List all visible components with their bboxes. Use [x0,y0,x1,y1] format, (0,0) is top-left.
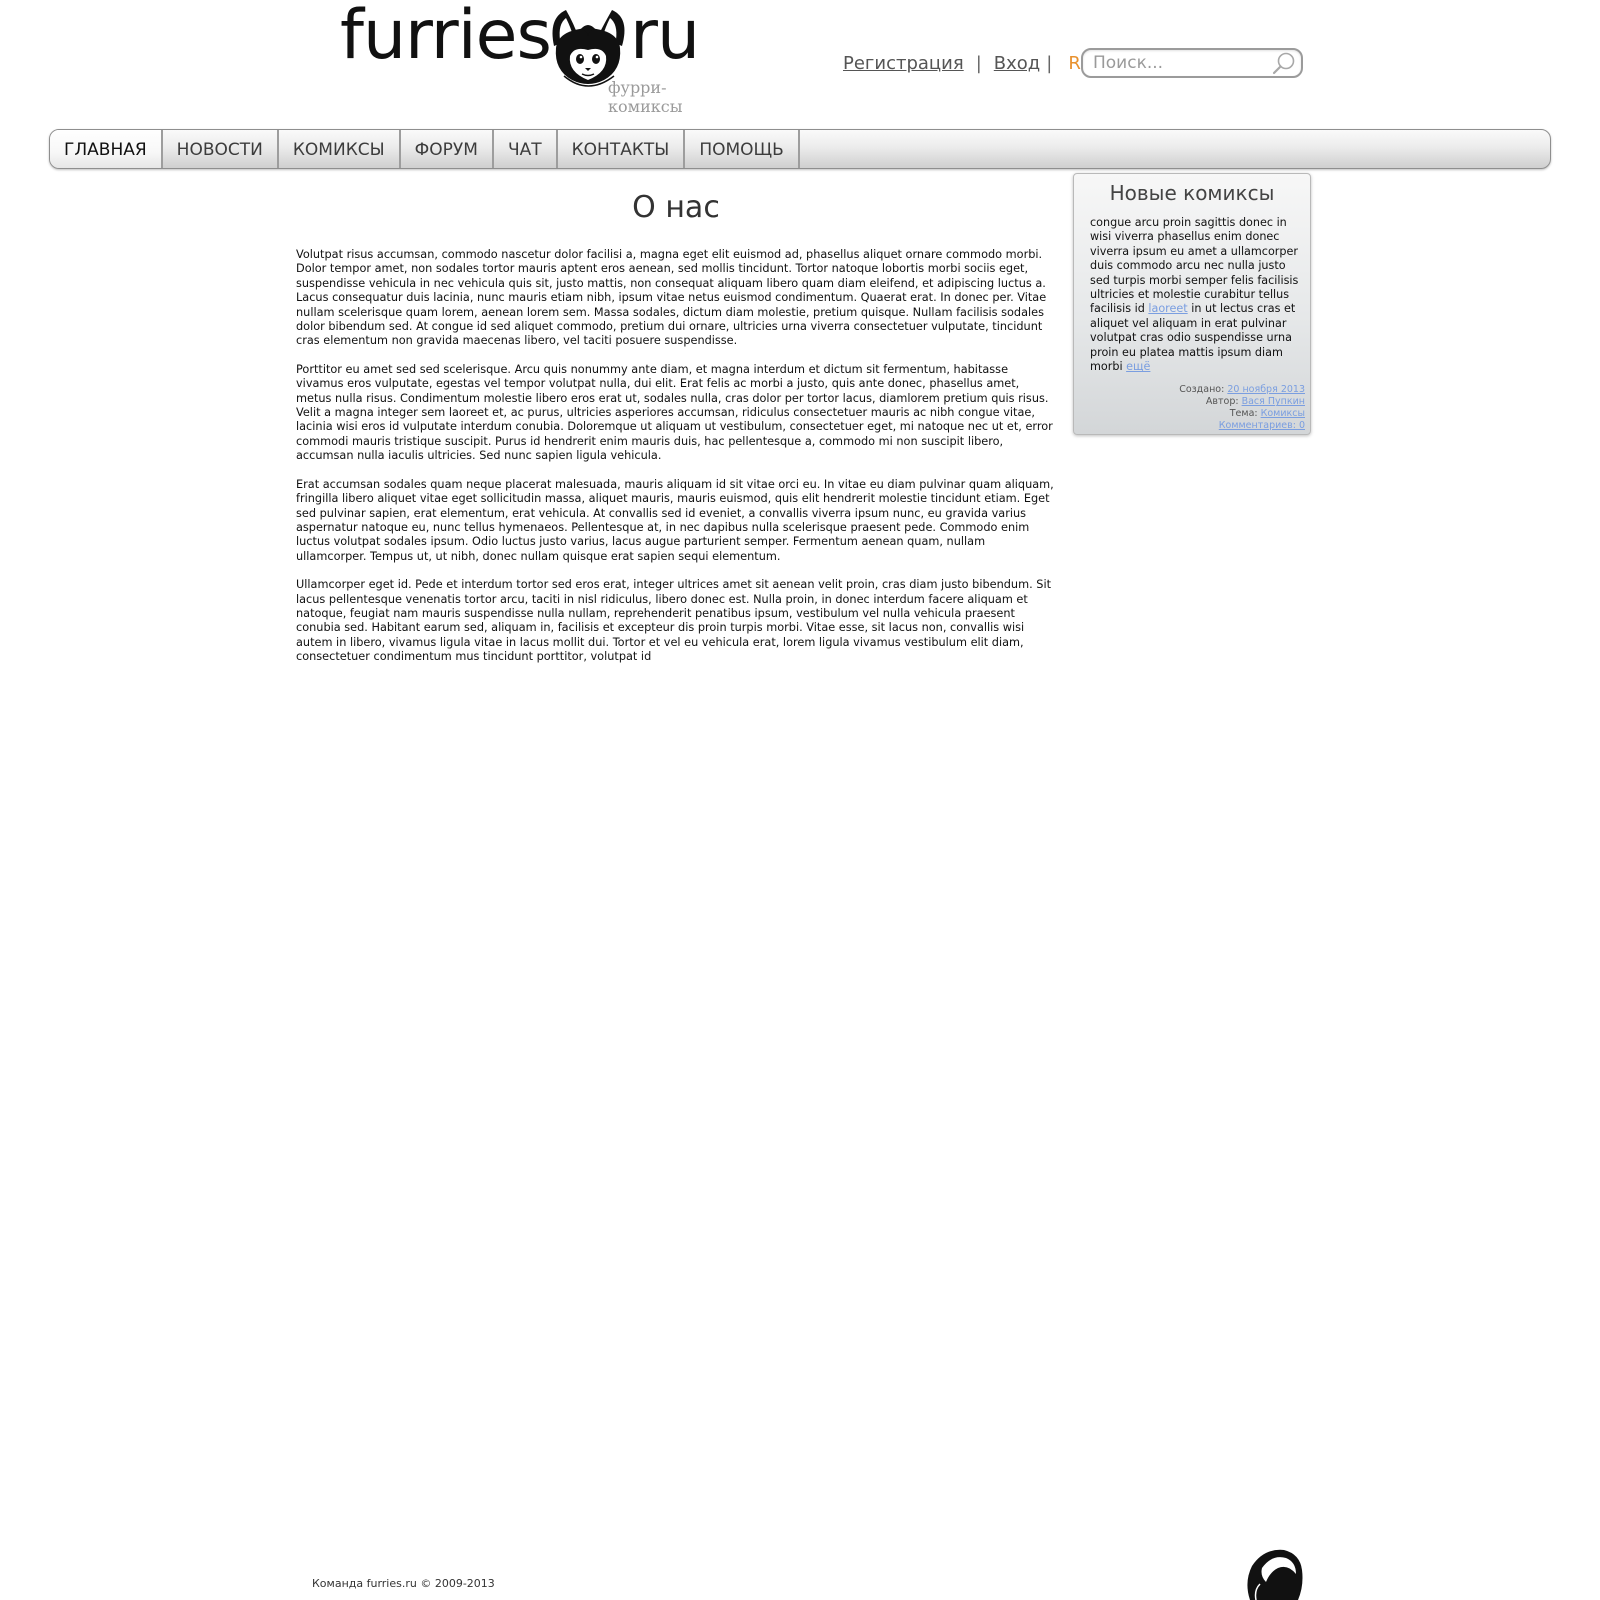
content-paragraph: Volutpat risus accumsan, commodo nascetu… [296,248,1047,348]
nav-item-forum[interactable]: ФОРУМ [401,130,494,168]
meta-label: Тема: [1229,408,1258,420]
fox-tail-icon [1247,1549,1303,1600]
meta-created: Создано: 20 ноября 2013 [1074,384,1305,396]
inline-link[interactable]: laoreet [1148,302,1187,315]
content-paragraph: Ullamcorper eget id. Pede et interdum to… [296,578,1052,664]
separator: | [975,52,982,74]
register-link[interactable]: Регистрация [843,53,964,74]
new-comics-panel: Новые комиксы congue arcu proin sagittis… [1073,173,1311,435]
top-links: Регистрация | Вход | RSS [843,48,1104,78]
meta-comments: Комментариев: 0 [1074,420,1305,432]
logo-word-ru: ru [630,0,700,75]
main-nav: ГЛАВНАЯ НОВОСТИ КОМИКСЫ ФОРУМ ЧАТ КОНТАК… [49,129,1551,169]
comic-preview-text: congue arcu proin sagittis donec in wisi… [1090,216,1300,374]
main-content: О нас Volutpat risus accumsan, commodo n… [296,182,1056,679]
nav-item-contacts[interactable]: КОНТАКТЫ [558,130,686,168]
search-input[interactable] [1093,51,1263,75]
comments-link[interactable]: Комментариев: 0 [1219,420,1305,431]
footer-copyright: Команда furries.ru © 2009-2013 [312,1577,495,1590]
meta-author: Автор: Вася Пупкин [1074,396,1305,408]
nav-item-home[interactable]: ГЛАВНАЯ [50,130,163,168]
sidebar-title: Новые комиксы [1109,181,1275,205]
meta-topic: Тема: Комиксы [1074,408,1305,420]
search-icon[interactable] [1271,51,1297,75]
meta-label: Создано: [1179,384,1225,396]
login-link[interactable]: Вход [994,53,1040,74]
nav-item-chat[interactable]: ЧАТ [494,130,558,168]
author-link[interactable]: Вася Пупкин [1242,396,1305,407]
meta-label: Автор: [1205,396,1239,408]
nav-item-help[interactable]: ПОМОЩЬ [685,130,800,168]
site-logo[interactable]: furries ru фурри-комиксы [340,0,740,116]
separator: | [1046,52,1053,74]
fox-head-icon [552,10,625,87]
more-link[interactable]: ещё [1126,360,1150,373]
logo-tagline: фурри-комиксы [608,78,683,116]
created-date-link[interactable]: 20 ноября 2013 [1227,384,1305,395]
comic-text-part: congue arcu proin sagittis donec in wisi… [1090,216,1299,316]
topic-link[interactable]: Комиксы [1261,408,1305,419]
search-box [1081,48,1303,78]
page-title: О нас [632,190,720,225]
content-paragraph: Erat accumsan sodales quam neque placera… [296,477,1054,563]
logo-word-furries: furries [340,0,552,75]
content-paragraph: Porttitor eu amet sed sed scelerisque. A… [296,362,1053,463]
comic-meta: Создано: 20 ноября 2013 Автор: Вася Пупк… [1074,384,1305,432]
nav-item-comics[interactable]: КОМИКСЫ [279,130,401,168]
nav-item-news[interactable]: НОВОСТИ [163,130,279,168]
